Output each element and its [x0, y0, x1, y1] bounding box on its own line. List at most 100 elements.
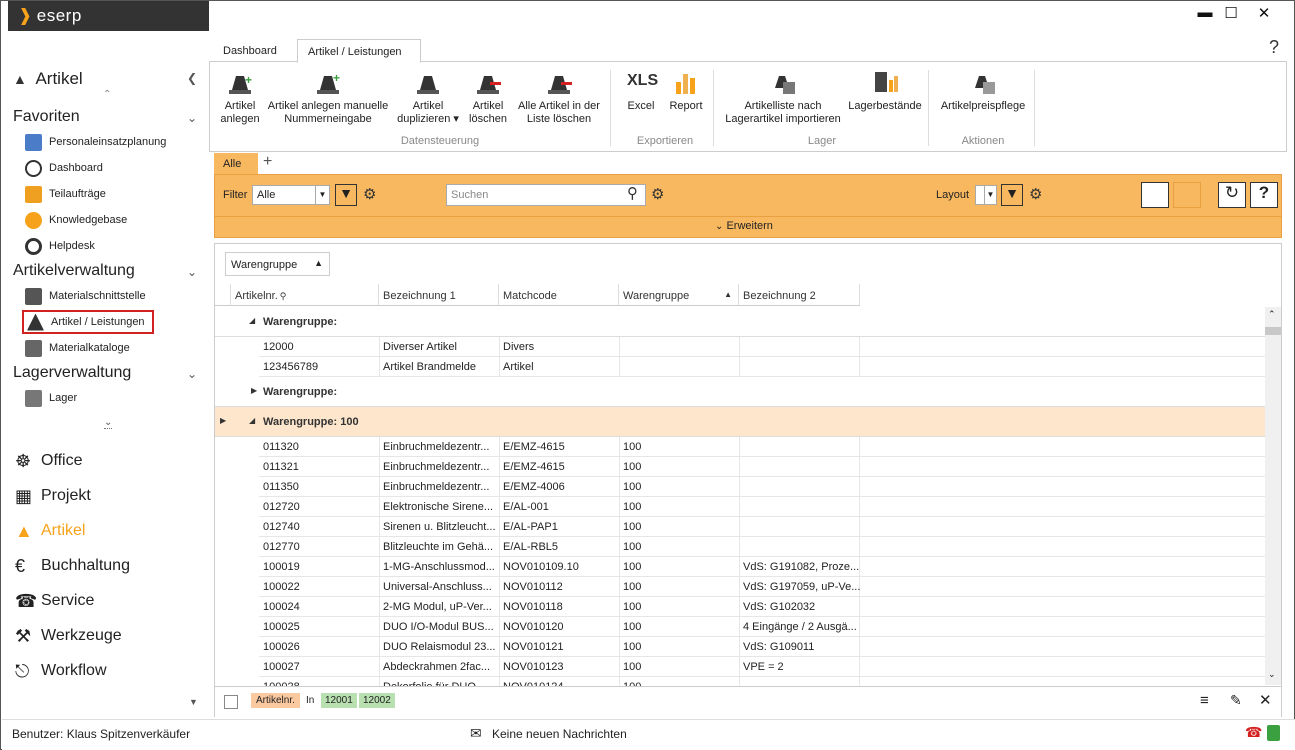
table-row[interactable]: 011321 Einbruchmeldezentr... E/EMZ-4615 100 [259, 457, 1265, 477]
gear-icon[interactable]: ⚙ [363, 185, 376, 203]
filter-enable-checkbox[interactable] [224, 695, 238, 709]
module-service[interactable]: ☎ Service [15, 589, 94, 613]
module-workflow[interactable]: ⎋ Workflow [15, 659, 107, 683]
tab-artikel-leistungen[interactable]: Artikel / Leistungen [297, 39, 421, 63]
table-row[interactable]: 100019 1-MG-Anschlussmod... NOV010109.10 10… [259, 557, 1265, 577]
table-row[interactable]: 012740 Sirenen u. Blitzleucht... E/AL-PAP1… [259, 517, 1265, 537]
clear-filter-icon[interactable]: ✕ [1259, 691, 1272, 709]
gear-icon[interactable]: ⚙ [651, 185, 664, 203]
table-row[interactable]: 012770 Blitzleuchte im Gehä... E/AL-RBL5 10… [259, 537, 1265, 557]
artikel-duplizieren-button[interactable]: Artikel duplizieren ▾ [397, 68, 459, 126]
table-row[interactable]: 100022 Universal-Anschluss... NOV010112 100… [259, 577, 1265, 597]
expand-button[interactable]: ⌄ Erweitern [715, 220, 773, 232]
sidebar-item-teilauftraege[interactable]: Teilaufträge [25, 183, 205, 205]
group-chip[interactable]: Warengruppe ▲ [225, 252, 330, 276]
sidebar-section-header[interactable]: ▲ Artikel ❮ [13, 69, 197, 89]
artikelliste-import-button[interactable]: Artikelliste nach Lagerartikel importier… [722, 68, 844, 126]
lagerverwaltung-header[interactable]: Lagerverwaltung ⌄ [13, 364, 203, 382]
export-excel-button[interactable]: XLS Excel [620, 68, 662, 113]
help-icon[interactable]: ? [1269, 37, 1279, 58]
edit-filter-icon[interactable]: ✎ [1230, 692, 1242, 709]
table-row[interactable]: 100025 DUO I/O-Modul BUS... NOV010120 100 4 … [259, 617, 1265, 637]
table-row[interactable]: 011320 Einbruchmeldezentr... E/EMZ-4615 100 [259, 437, 1265, 457]
artikel-anlegen-button[interactable]: + Artikel anlegen [218, 68, 262, 126]
messages-status[interactable]: Keine neuen Nachrichten [492, 727, 627, 741]
help-icon[interactable]: ? [1250, 182, 1278, 208]
lagerbestaende-button[interactable]: Lagerbestände [848, 68, 922, 113]
cell-warengruppe: 100 [623, 481, 642, 493]
favorites-header[interactable]: Favoriten ⌄ [13, 108, 203, 126]
sidebar-item-helpdesk[interactable]: Helpdesk [25, 235, 205, 257]
tab-alle[interactable]: Alle [214, 153, 258, 175]
gear-icon[interactable]: ⚙ [1029, 185, 1042, 203]
group-row[interactable]: ▶ Warengruppe: [215, 377, 1265, 407]
artikel-loeschen-button[interactable]: Artikel löschen [466, 68, 510, 126]
filter-operator[interactable]: In [306, 695, 314, 706]
filter-list-icon[interactable]: ≡ [1200, 692, 1209, 709]
module-werkzeuge[interactable]: ⚒ Werkzeuge [15, 624, 122, 648]
table-row[interactable]: 100024 2-MG Modul, uP-Ver... NOV010118 100 V… [259, 597, 1265, 617]
artikelpreispflege-button[interactable]: Artikelpreispflege [938, 68, 1028, 113]
report-button[interactable]: Report [666, 68, 706, 113]
group-row-selected[interactable]: ▶ ◢ Warengruppe: 100 [215, 407, 1265, 437]
filter-field-chip[interactable]: Artikelnr. [251, 693, 300, 708]
filter-value-chip[interactable]: 12001 [321, 693, 357, 708]
refresh-icon[interactable]: ↻ [1218, 182, 1246, 208]
chevron-down-icon[interactable]: ⌄ [187, 367, 197, 381]
sidebar-item-knowledgebase[interactable]: Knowledgebase [25, 209, 205, 231]
group-row[interactable]: ◢ Warengruppe: [215, 307, 1265, 337]
sidebar-item-materialschnittstelle[interactable]: Materialschnittstelle [25, 285, 205, 307]
column-header-matchcode[interactable]: Matchcode [499, 284, 619, 306]
database-icon[interactable] [1267, 725, 1280, 741]
scroll-thumb[interactable] [1265, 327, 1281, 335]
filter-value-chip[interactable]: 12002 [359, 693, 395, 708]
add-tab-button[interactable]: + [263, 153, 272, 171]
scroll-down-icon[interactable]: ⌄ [104, 417, 113, 429]
search-icon[interactable]: ⚲ [627, 184, 638, 202]
sidebar-item-materialkataloge[interactable]: Materialkataloge [25, 337, 205, 359]
sidebar-item-personaleinsatzplanung[interactable]: Personaleinsatzplanung [25, 131, 205, 153]
sidebar-item-artikel-leistungen[interactable]: Artikel / Leistungen [22, 310, 154, 334]
scroll-up-icon[interactable]: ⌃ [1268, 309, 1276, 320]
table-row[interactable]: 12000 Diverser Artikel Divers [259, 337, 1265, 357]
table-row[interactable]: 100027 Abdeckrahmen 2fac... NOV010123 100 VP… [259, 657, 1265, 677]
column-header-bezeichnung1[interactable]: Bezeichnung 1 [379, 284, 499, 306]
column-header-warengruppe[interactable]: Warengruppe ▲ [619, 284, 739, 306]
chevron-down-icon[interactable]: ⌄ [187, 265, 197, 279]
alle-artikel-loeschen-button[interactable]: Alle Artikel in der Liste löschen [513, 68, 605, 126]
vertical-scrollbar[interactable]: ⌃ ⌄ [1265, 307, 1281, 685]
chevron-down-icon[interactable]: ⌄ [187, 111, 197, 125]
divider [215, 216, 1281, 217]
funnel-icon[interactable]: ▼ [1001, 184, 1023, 206]
artikel-anlegen-manuell-button[interactable]: + Artikel anlegen manuelle Nummerneingab… [266, 68, 390, 126]
column-header-bezeichnung2[interactable]: Bezeichnung 2 [739, 284, 860, 306]
cell-bezeichnung1: DUO Relaismodul 23... [383, 641, 496, 653]
funnel-icon[interactable]: ▼ [335, 184, 357, 206]
sidebar-item-lager[interactable]: Lager [25, 387, 205, 409]
maximize-button[interactable]: ☐ [1216, 4, 1246, 22]
table-row[interactable]: 123456789 Artikel Brandmelde Artikel [259, 357, 1265, 377]
more-modules-icon[interactable]: ▼ [189, 697, 198, 707]
column-header-artikelnr[interactable]: Artikelnr. ⚲ [231, 284, 379, 306]
search-input[interactable]: Suchen [446, 184, 646, 206]
phone-icon[interactable]: ☎ [1245, 724, 1262, 741]
module-projekt[interactable]: ▦ Projekt [15, 484, 91, 508]
grid-view-icon[interactable] [1173, 182, 1201, 208]
sidebar-item-dashboard[interactable]: Dashboard [25, 157, 205, 179]
filter-select[interactable]: Alle ▼ [252, 185, 330, 205]
scroll-up-icon[interactable]: ⌃ [103, 89, 111, 100]
cell-bezeichnung2: VdS: G102032 [743, 601, 816, 613]
artikelverwaltung-header[interactable]: Artikelverwaltung ⌄ [13, 262, 203, 280]
tab-dashboard[interactable]: Dashboard [213, 39, 287, 63]
table-row[interactable]: 011350 Einbruchmeldezentr... E/EMZ-4006 100 [259, 477, 1265, 497]
scroll-down-icon[interactable]: ⌄ [1268, 669, 1276, 680]
grid-filter-icon[interactable] [1141, 182, 1169, 208]
table-row[interactable]: 012720 Elektronische Sirene... E/AL-001 100 [259, 497, 1265, 517]
table-row[interactable]: 100026 DUO Relaismodul 23... NOV010121 100 V… [259, 637, 1265, 657]
module-office[interactable]: ☸ Office [15, 449, 83, 473]
layout-select[interactable]: ▼ [975, 185, 997, 205]
collapse-sidebar-icon[interactable]: ❮ [187, 71, 197, 85]
module-artikel[interactable]: ▲ Artikel [15, 519, 85, 543]
module-buchhaltung[interactable]: € Buchhaltung [15, 554, 130, 578]
close-window-button[interactable]: ✕ [1249, 4, 1279, 22]
